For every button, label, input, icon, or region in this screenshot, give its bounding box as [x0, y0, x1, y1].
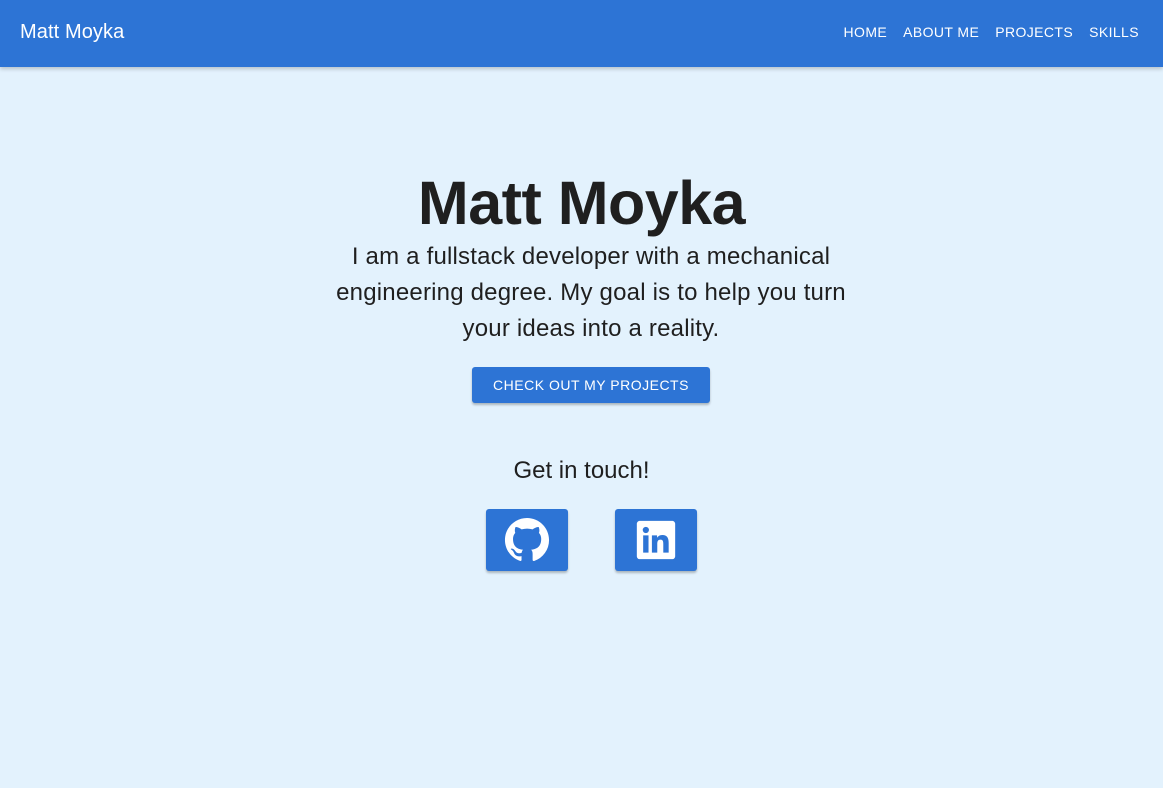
- check-out-projects-button[interactable]: CHECK OUT MY PROJECTS: [472, 367, 710, 403]
- nav-skills[interactable]: SKILLS: [1081, 22, 1147, 42]
- app-bar: Matt Moyka HOME ABOUT ME PROJECTS SKILLS: [0, 0, 1163, 67]
- contact-heading: Get in touch!: [513, 457, 650, 484]
- hero-tagline: I am a fullstack developer with a mechan…: [336, 243, 846, 342]
- site-brand[interactable]: Matt Moyka: [20, 20, 124, 44]
- github-icon: [504, 517, 550, 562]
- main-nav: HOME ABOUT ME PROJECTS SKILLS: [836, 22, 1147, 42]
- nav-home[interactable]: HOME: [836, 22, 896, 42]
- hero-title: Matt Moyka: [417, 169, 746, 237]
- nav-projects[interactable]: PROJECTS: [987, 22, 1081, 42]
- linkedin-button[interactable]: [615, 509, 697, 571]
- nav-about-me[interactable]: ABOUT ME: [895, 22, 987, 42]
- github-button[interactable]: [486, 509, 568, 571]
- linkedin-icon: [636, 520, 676, 560]
